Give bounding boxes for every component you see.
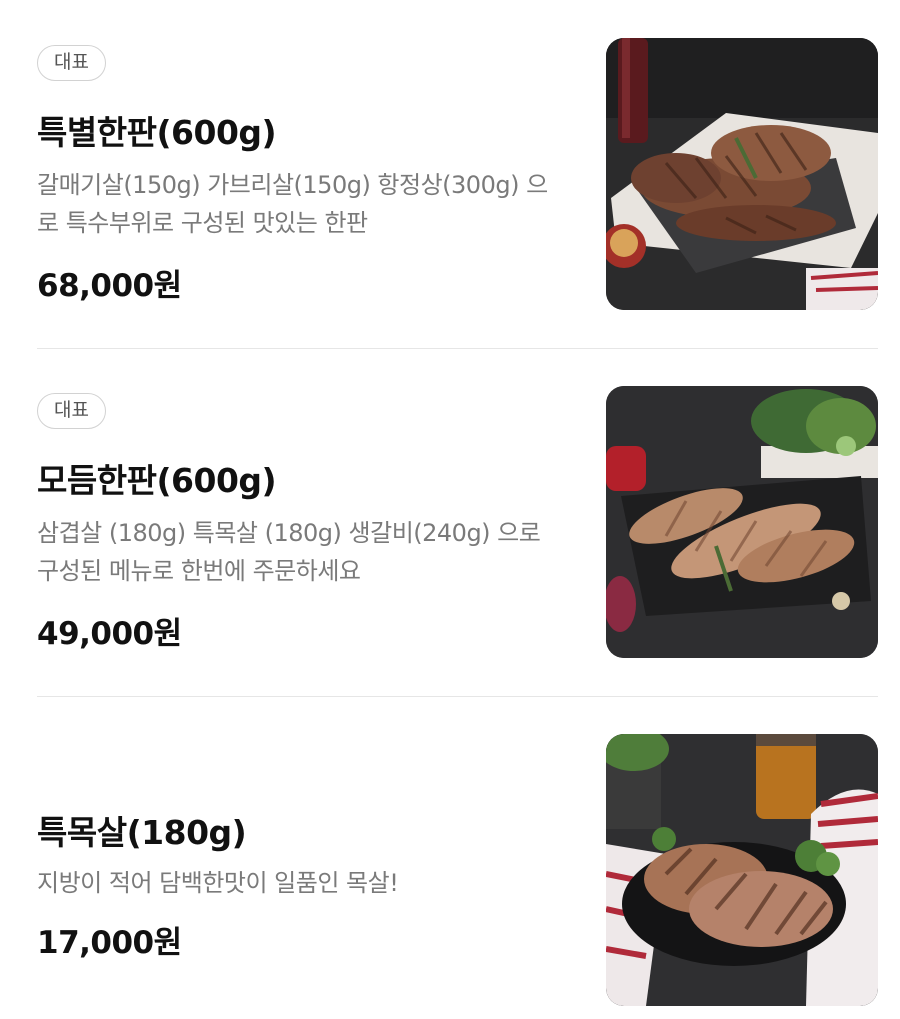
menu-item-price: 49,000원 <box>37 616 182 652</box>
grilled-pork-neck-image[interactable] <box>606 734 878 1006</box>
menu-item-pork-neck[interactable]: 특목살(180g) 지방이 적어 담백한맛이 일품인 목살! 17,000원 <box>37 734 878 1006</box>
menu-list: 대표 특별한판(600g) 갈매기살(150g) 가브리살(150g) 항정상(… <box>0 0 900 1019</box>
featured-badge: 대표 <box>37 393 106 429</box>
menu-item-price: 17,000원 <box>37 925 182 961</box>
menu-item-info: 특목살(180g) 지방이 적어 담백한맛이 일품인 목살! 17,000원 <box>37 734 567 1006</box>
menu-item-name: 특목살(180g) <box>37 813 247 852</box>
menu-item-description: 삼겹살 (180g) 특목살 (180g) 생갈비(240g) 으로 구성된 메… <box>37 519 541 585</box>
menu-item-special-platter[interactable]: 대표 특별한판(600g) 갈매기살(150g) 가브리살(150g) 항정상(… <box>37 38 878 310</box>
divider <box>37 348 878 349</box>
menu-item-description: 지방이 적어 담백한맛이 일품인 목살! <box>37 869 399 897</box>
menu-item-description: 갈매기살(150g) 가브리살(150g) 항정상(300g) 으로 특수부위로… <box>37 171 548 237</box>
menu-item-mixed-platter[interactable]: 대표 모듬한판(600g) 삼겹살 (180g) 특목살 (180g) 생갈비(… <box>37 386 878 658</box>
menu-item-info: 대표 모듬한판(600g) 삼겹살 (180g) 특목살 (180g) 생갈비(… <box>37 386 567 658</box>
grilled-pork-board-image[interactable] <box>606 386 878 658</box>
divider <box>37 696 878 697</box>
menu-item-name: 모듬한판(600g) <box>37 461 277 500</box>
grilled-pork-platter-image[interactable] <box>606 38 878 310</box>
featured-badge: 대표 <box>37 45 106 81</box>
menu-item-price: 68,000원 <box>37 268 182 304</box>
menu-item-name: 특별한판(600g) <box>37 113 277 152</box>
menu-item-info: 대표 특별한판(600g) 갈매기살(150g) 가브리살(150g) 항정상(… <box>37 38 567 310</box>
